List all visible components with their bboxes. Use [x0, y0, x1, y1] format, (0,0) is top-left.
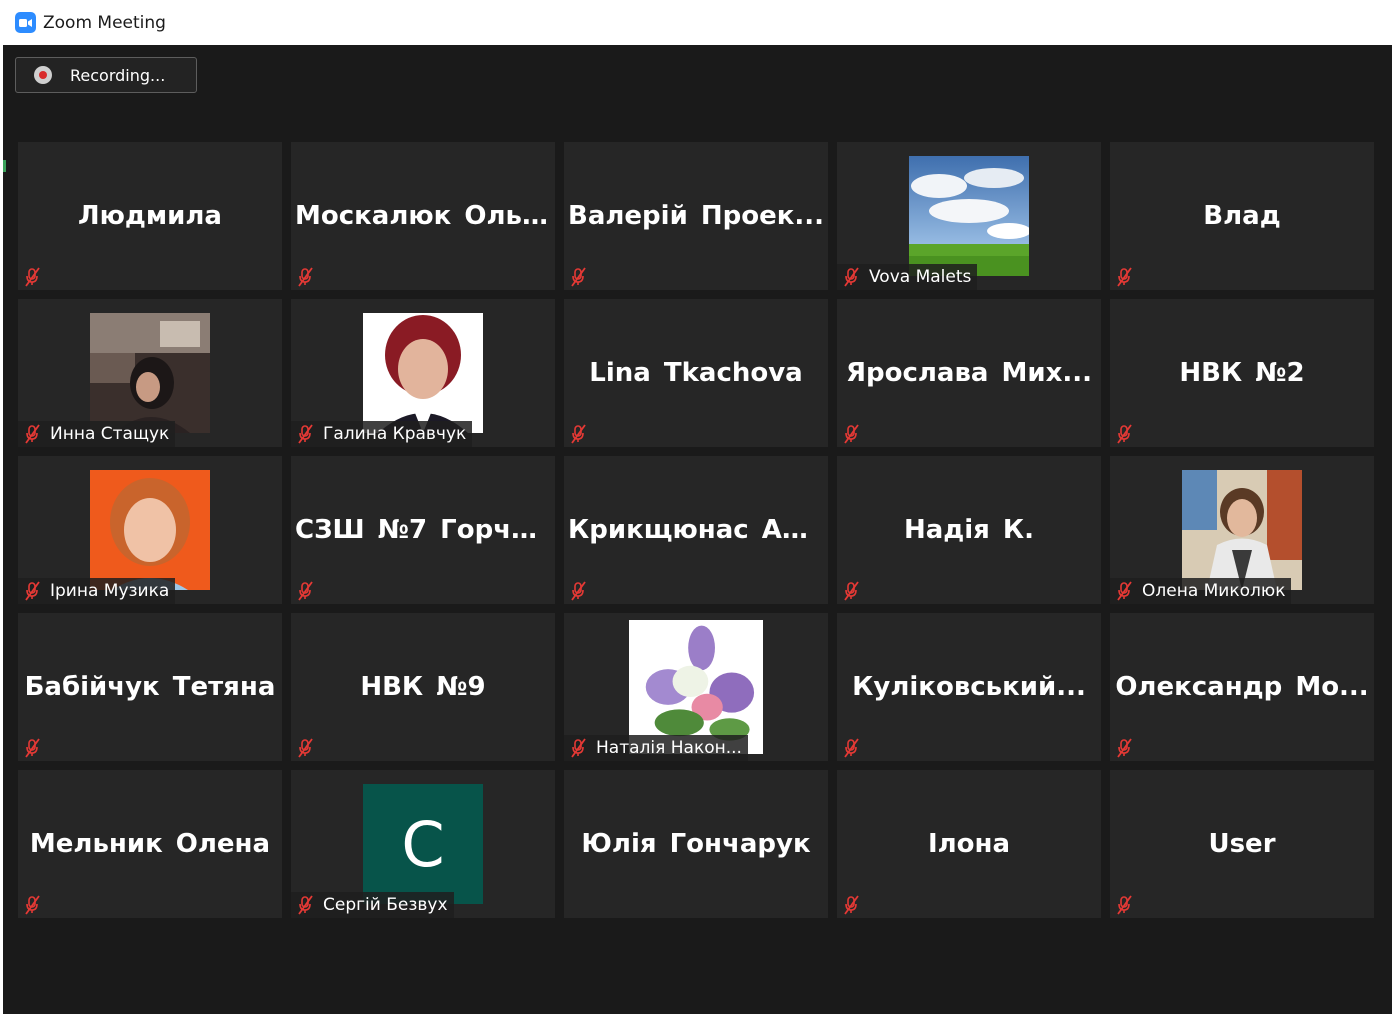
muted-mic-icon	[22, 266, 44, 288]
muted-mic-icon	[295, 266, 317, 288]
participant-name: НВК №2	[1179, 358, 1305, 388]
participant-name: Галина Кравчук	[323, 424, 467, 444]
profile-photo	[363, 313, 483, 433]
title-bar: Zoom Meeting	[3, 0, 1392, 45]
participant-name: Крикщюнас Ал...	[568, 515, 824, 545]
participant-tile[interactable]: Москалюк Ольга	[291, 142, 555, 290]
letter-avatar: C	[363, 784, 483, 904]
muted-mic-icon	[1114, 894, 1136, 916]
participant-name: Бабійчук Тетяна	[24, 672, 276, 702]
participant-tile[interactable]: User	[1110, 770, 1374, 918]
muted-mic-icon	[1114, 580, 1136, 602]
participant-name: Lina Tkachova	[589, 358, 803, 388]
participant-tile[interactable]: C Сергій Безвух	[291, 770, 555, 918]
meeting-stage: Recording... Людмила Москалюк Ольга Валері…	[3, 45, 1392, 1014]
participant-name: Олена Миколюк	[1142, 581, 1286, 601]
participant-tile[interactable]: Инна Стащук	[18, 299, 282, 447]
recording-label: Recording...	[70, 65, 166, 85]
profile-photo	[1182, 470, 1302, 590]
participant-name: НВК №9	[360, 672, 486, 702]
participant-name: Ілона	[927, 829, 1011, 859]
participant-tile[interactable]: Vova Malets	[837, 142, 1101, 290]
participant-tile[interactable]: Ілона	[837, 770, 1101, 918]
participant-tile[interactable]: Людмила	[18, 142, 282, 290]
participant-name: Куліковський...	[852, 672, 1086, 702]
zoom-camera-icon	[15, 12, 36, 33]
participant-tile[interactable]: Олександр Мо...	[1110, 613, 1374, 761]
participant-name-bar: Сергій Безвух	[291, 892, 454, 918]
participant-name: Инна Стащук	[50, 424, 170, 444]
participant-tile[interactable]: Ярослава Мих...	[837, 299, 1101, 447]
participant-tile[interactable]: СЗШ №7 Горчи...	[291, 456, 555, 604]
muted-mic-icon	[841, 266, 863, 288]
participant-tile[interactable]: Куліковський...	[837, 613, 1101, 761]
participant-tile[interactable]: НВК №2	[1110, 299, 1374, 447]
window-title: Zoom Meeting	[43, 12, 166, 33]
muted-mic-icon	[295, 737, 317, 759]
participant-name-bar: Наталія Након...	[564, 735, 748, 761]
participant-name-bar: Олена Миколюк	[1110, 578, 1292, 604]
muted-mic-icon	[22, 580, 44, 602]
participant-name: Vova Malets	[869, 267, 972, 287]
participant-name: Ярослава Мих...	[845, 358, 1093, 388]
participant-tile[interactable]: Крикщюнас Ал...	[564, 456, 828, 604]
record-icon	[34, 66, 52, 84]
participant-tile[interactable]: Наталія Након...	[564, 613, 828, 761]
muted-mic-icon	[1114, 423, 1136, 445]
muted-mic-icon	[841, 580, 863, 602]
muted-mic-icon	[568, 737, 590, 759]
participant-tile[interactable]: Галина Кравчук	[291, 299, 555, 447]
participant-name: Олександр Мо...	[1115, 672, 1369, 702]
muted-mic-icon	[22, 894, 44, 916]
participant-name: Юлія Гончарук	[581, 829, 811, 859]
muted-mic-icon	[22, 423, 44, 445]
participant-name: Людмила	[78, 201, 222, 231]
participant-tile[interactable]: Ірина Музика	[18, 456, 282, 604]
participant-name-bar: Галина Кравчук	[291, 421, 473, 447]
participant-tile[interactable]: Бабійчук Тетяна	[18, 613, 282, 761]
participant-name: User	[1208, 829, 1276, 859]
participant-tile[interactable]: Мельник Олена	[18, 770, 282, 918]
participant-name: Мельник Олена	[29, 829, 271, 859]
muted-mic-icon	[841, 737, 863, 759]
participant-name: Сергій Безвух	[323, 895, 448, 915]
muted-mic-icon	[841, 894, 863, 916]
muted-mic-icon	[841, 423, 863, 445]
muted-mic-icon	[1114, 266, 1136, 288]
muted-mic-icon	[22, 737, 44, 759]
side-indicator	[3, 160, 6, 172]
participant-tile[interactable]: Надія К.	[837, 456, 1101, 604]
participant-tile[interactable]: Валерій Проек...	[564, 142, 828, 290]
muted-mic-icon	[295, 580, 317, 602]
participant-tile[interactable]: Юлія Гончарук	[564, 770, 828, 918]
participant-name: Ірина Музика	[50, 581, 170, 601]
muted-mic-icon	[568, 423, 590, 445]
profile-photo	[629, 620, 763, 754]
participant-tile[interactable]: НВК №9	[291, 613, 555, 761]
participant-tile[interactable]: Олена Миколюк	[1110, 456, 1374, 604]
muted-mic-icon	[1114, 737, 1136, 759]
participant-tile[interactable]: Lina Tkachova	[564, 299, 828, 447]
participant-name: Наталія Након...	[596, 738, 742, 758]
participant-name-bar: Инна Стащук	[18, 421, 176, 447]
participant-tile[interactable]: Влад	[1110, 142, 1374, 290]
muted-mic-icon	[568, 580, 590, 602]
muted-mic-icon	[568, 266, 590, 288]
recording-indicator[interactable]: Recording...	[15, 57, 197, 93]
participant-name-bar: Ірина Музика	[18, 578, 176, 604]
muted-mic-icon	[295, 423, 317, 445]
participant-name: Влад	[1203, 201, 1281, 231]
gallery-grid: Людмила Москалюк Ольга Валерій Проек... Vov…	[18, 142, 1375, 921]
profile-photo	[90, 470, 210, 590]
participant-name: Валерій Проек...	[568, 201, 824, 231]
participant-name: Надія К.	[903, 515, 1035, 545]
muted-mic-icon	[295, 894, 317, 916]
profile-photo	[90, 313, 210, 433]
participant-name-bar: Vova Malets	[837, 264, 978, 290]
participant-name: Москалюк Ольга	[295, 201, 551, 231]
participant-name: СЗШ №7 Горчи...	[295, 515, 551, 545]
profile-photo	[909, 156, 1029, 276]
